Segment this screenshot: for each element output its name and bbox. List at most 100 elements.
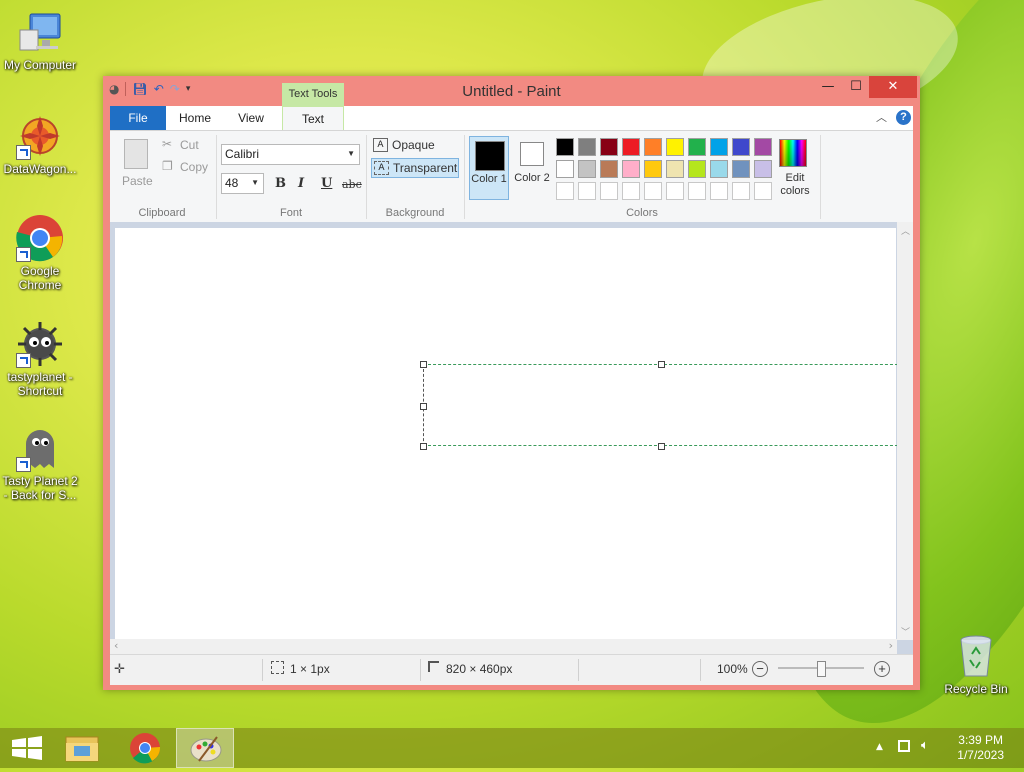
taskbar-file-explorer[interactable]	[54, 728, 112, 768]
clock-date: 1/7/2023	[957, 748, 1004, 762]
color-swatch[interactable]	[556, 160, 574, 178]
cut-button[interactable]: ✂ Cut	[162, 137, 199, 152]
scroll-down-icon[interactable]: ﹀	[901, 625, 910, 638]
color-swatch[interactable]	[600, 182, 618, 200]
desktop-icon-google-chrome[interactable]: Google Chrome	[0, 214, 80, 292]
font-family-select[interactable]: Calibri ▼	[221, 144, 360, 165]
copy-button[interactable]: ❐ Copy	[162, 159, 208, 174]
scroll-right-icon[interactable]: ›	[889, 639, 893, 652]
text-box-selection[interactable]	[420, 361, 903, 450]
desktop-icon-recycle-bin[interactable]: Recycle Bin	[936, 632, 1016, 696]
zoom-level: 100%	[717, 662, 748, 676]
color-swatch[interactable]	[600, 138, 618, 156]
taskbar-paint[interactable]	[176, 728, 234, 768]
color-swatch[interactable]	[622, 138, 640, 156]
tab-text[interactable]: Text	[282, 106, 344, 131]
horizontal-scrollbar[interactable]: ‹ ›	[110, 639, 897, 654]
color-swatch[interactable]	[732, 182, 750, 200]
zoom-slider-thumb[interactable]	[817, 661, 826, 677]
color-spectrum-icon	[779, 139, 807, 167]
show-hidden-icons-button[interactable]: ▲	[876, 742, 883, 752]
color1-button[interactable]: Color 1	[469, 136, 509, 200]
font-family-value: Calibri	[225, 147, 260, 161]
color-swatch[interactable]	[666, 160, 684, 178]
shortcut-arrow-icon	[16, 145, 31, 160]
color-swatch[interactable]	[644, 182, 662, 200]
status-separator	[578, 659, 579, 681]
color-swatch[interactable]	[666, 182, 684, 200]
desktop-icon-tastyplanet[interactable]: tastyplanet - Shortcut	[0, 320, 80, 398]
windows-logo-icon	[12, 736, 42, 760]
tab-view[interactable]: View	[226, 106, 276, 130]
maximize-button[interactable]: ☐	[839, 76, 873, 98]
network-icon[interactable]	[898, 740, 910, 752]
resize-handle[interactable]	[420, 361, 427, 368]
color-palette	[556, 138, 776, 204]
color-swatch[interactable]	[600, 160, 618, 178]
bold-button[interactable]: B	[275, 176, 286, 191]
canvas-area: ︿ ﹀ ‹ ›	[110, 222, 913, 654]
color-swatch[interactable]	[754, 160, 772, 178]
color-swatch[interactable]	[710, 138, 728, 156]
underline-button[interactable]: U	[321, 176, 332, 191]
selection-size-icon	[271, 661, 284, 674]
edit-colors-button[interactable]: Edit colors	[774, 136, 812, 200]
resize-handle[interactable]	[420, 443, 427, 450]
font-size-select[interactable]: 48 ▼	[221, 173, 264, 194]
drawing-canvas[interactable]	[115, 228, 903, 639]
paste-button[interactable]: Paste	[116, 135, 158, 191]
color-swatch[interactable]	[688, 138, 706, 156]
taskbar-chrome[interactable]	[116, 728, 174, 768]
desktop-icon-tasty-planet-2[interactable]: Tasty Planet 2 - Back for S...	[0, 424, 80, 502]
color-swatch[interactable]	[710, 160, 728, 178]
title-bar[interactable]: ◕ 💾︎ ↶ ↷ ▾ Text Tools Untitled - Paint —…	[103, 76, 920, 107]
color-swatch[interactable]	[622, 182, 640, 200]
volume-icon[interactable]: 🔈︎	[921, 738, 929, 753]
transparent-button[interactable]: A Transparent	[371, 158, 459, 178]
desktop-icon-datawagon[interactable]: DataWagon...	[0, 112, 80, 176]
color-swatch[interactable]	[666, 138, 684, 156]
scroll-up-icon[interactable]: ︿	[901, 224, 910, 237]
resize-handle[interactable]	[658, 443, 665, 450]
tab-file[interactable]: File	[110, 106, 166, 130]
resize-handle[interactable]	[658, 361, 665, 368]
color-swatch[interactable]	[732, 138, 750, 156]
color-swatch[interactable]	[754, 138, 772, 156]
color-swatch[interactable]	[556, 182, 574, 200]
start-button[interactable]	[0, 728, 58, 768]
zoom-out-button[interactable]: −	[752, 661, 768, 677]
resize-handle[interactable]	[420, 403, 427, 410]
scroll-left-icon[interactable]: ‹	[114, 639, 118, 652]
help-icon[interactable]: ?	[896, 110, 911, 125]
chrome-icon	[16, 214, 64, 262]
color-swatch[interactable]	[710, 182, 728, 200]
recycle-bin-icon	[952, 632, 1000, 680]
color-swatch[interactable]	[644, 138, 662, 156]
color-swatch[interactable]	[688, 182, 706, 200]
zoom-slider[interactable]	[778, 661, 864, 677]
color-swatch[interactable]	[578, 138, 596, 156]
color-swatch[interactable]	[644, 160, 662, 178]
vertical-scrollbar[interactable]: ︿ ﹀	[897, 222, 913, 640]
opaque-button[interactable]: A Opaque	[373, 136, 459, 154]
color-swatch[interactable]	[688, 160, 706, 178]
italic-button[interactable]: I	[298, 176, 304, 191]
color-swatch[interactable]	[754, 182, 772, 200]
desktop-icon-label: DataWagon...	[3, 162, 77, 176]
tab-home[interactable]: Home	[170, 106, 220, 130]
color2-swatch	[520, 142, 544, 166]
ribbon-collapse-icon[interactable]: ︿	[876, 109, 887, 125]
color-swatch[interactable]	[622, 160, 640, 178]
color-swatch[interactable]	[732, 160, 750, 178]
desktop-icon-my-computer[interactable]: My Computer	[0, 8, 80, 72]
system-clock[interactable]: 3:39 PM 1/7/2023	[957, 733, 1004, 763]
color-swatch[interactable]	[556, 138, 574, 156]
zoom-in-button[interactable]: +	[874, 661, 890, 677]
strikethrough-button[interactable]: abc	[342, 178, 362, 191]
taskbar: ▲ 🔈︎ 3:39 PM 1/7/2023	[0, 728, 1024, 768]
color-swatch[interactable]	[578, 182, 596, 200]
color-swatch[interactable]	[578, 160, 596, 178]
ribbon-tabs: File Home View Text ︿ ?	[110, 106, 913, 131]
close-button[interactable]: ✕	[869, 76, 917, 98]
color2-button[interactable]: Color 2	[513, 136, 551, 200]
